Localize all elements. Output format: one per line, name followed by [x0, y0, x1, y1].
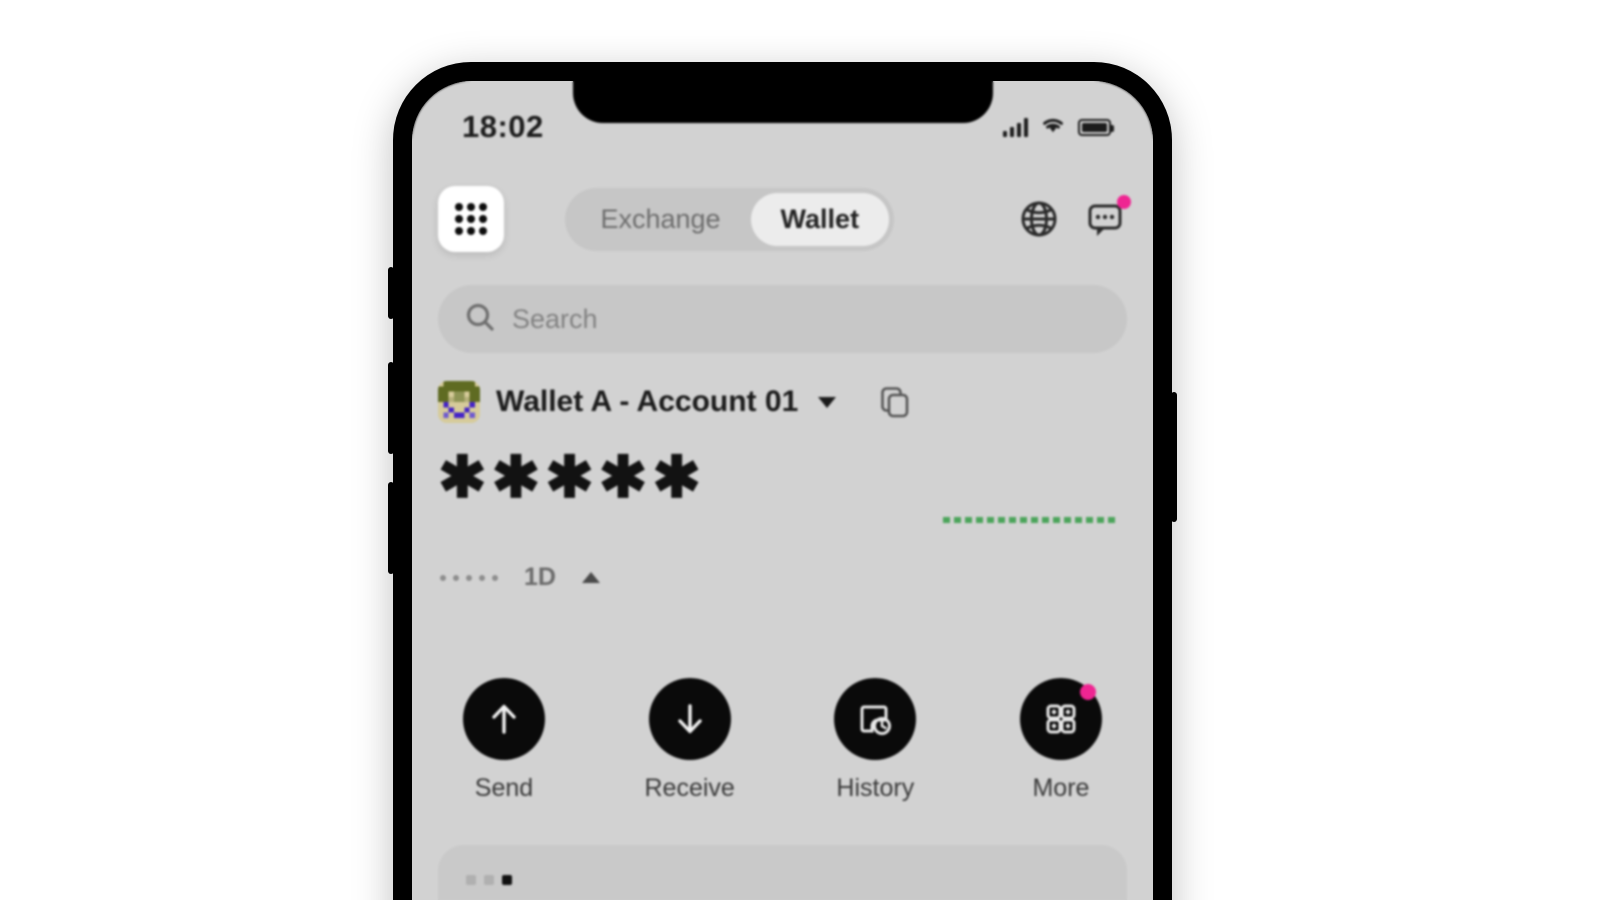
balance-block: ✱✱✱✱✱ — [438, 449, 1127, 579]
globe-icon[interactable] — [1017, 197, 1061, 241]
arrow-up-icon[interactable] — [463, 678, 545, 760]
chat-bubble-icon[interactable] — [1083, 195, 1131, 241]
copy-icon[interactable] — [880, 386, 910, 418]
chat-notification-badge — [1116, 195, 1131, 209]
battery-icon — [1078, 118, 1114, 136]
action-history-label: History — [836, 774, 915, 802]
phone-device-frame: 18:02 Exchange Wallet Search Wallet A - … — [388, 62, 1177, 900]
promo-pagination[interactable] — [438, 845, 1127, 885]
account-selector[interactable]: Wallet A - Account 01 — [438, 381, 1127, 423]
action-more-label: More — [1032, 774, 1090, 802]
balance-hidden-value[interactable]: ✱✱✱✱✱ — [438, 449, 1127, 507]
header-actions — [1017, 195, 1131, 241]
signal-bars-icon — [1002, 117, 1028, 137]
action-send[interactable]: Send — [456, 678, 552, 803]
more-notification-badge — [1079, 684, 1096, 700]
wallet-content: Search Wallet A - Account 01 ✱✱✱✱✱ 1D Se… — [412, 267, 1153, 900]
tab-wallet[interactable]: Wallet — [750, 192, 890, 246]
screenshot-canvas: 18:02 Exchange Wallet Search Wallet A - … — [0, 0, 1600, 900]
phone-volume-up-button[interactable] — [388, 362, 394, 454]
action-receive-label: Receive — [644, 774, 735, 802]
app-header: Exchange Wallet — [412, 177, 1153, 261]
identicon-avatar — [438, 381, 480, 423]
exchange-wallet-toggle[interactable]: Exchange Wallet — [565, 187, 895, 251]
phone-power-button[interactable] — [1171, 392, 1177, 522]
tab-exchange[interactable]: Exchange — [570, 193, 750, 246]
wifi-icon — [1040, 115, 1066, 139]
arrow-down-icon[interactable] — [648, 678, 731, 760]
action-send-label: Send — [474, 774, 534, 802]
chevron-down-icon[interactable] — [818, 396, 837, 408]
action-receive[interactable]: Receive — [642, 678, 738, 803]
promo-card[interactable] — [438, 845, 1127, 900]
action-more[interactable]: More — [1013, 678, 1109, 803]
status-bar-time: 18:02 — [462, 109, 544, 144]
qr-grid-icon[interactable] — [1019, 678, 1102, 760]
quick-actions-row: Send Receive History More — [456, 678, 1109, 803]
grid-menu-icon[interactable] — [438, 186, 504, 252]
account-name: Wallet A - Account 01 — [496, 385, 799, 418]
balance-sparkline — [943, 517, 1119, 523]
phone-volume-down-button[interactable] — [388, 482, 394, 574]
phone-notch — [572, 81, 993, 123]
document-clock-icon[interactable] — [834, 678, 917, 760]
action-history[interactable]: History — [827, 678, 923, 803]
search-input[interactable]: Search — [438, 285, 1127, 353]
status-bar-icons — [1002, 115, 1114, 139]
search-icon — [464, 301, 496, 338]
phone-mute-switch[interactable] — [388, 267, 394, 319]
search-placeholder: Search — [512, 303, 598, 334]
phone-screen: 18:02 Exchange Wallet Search Wallet A - … — [412, 81, 1153, 900]
